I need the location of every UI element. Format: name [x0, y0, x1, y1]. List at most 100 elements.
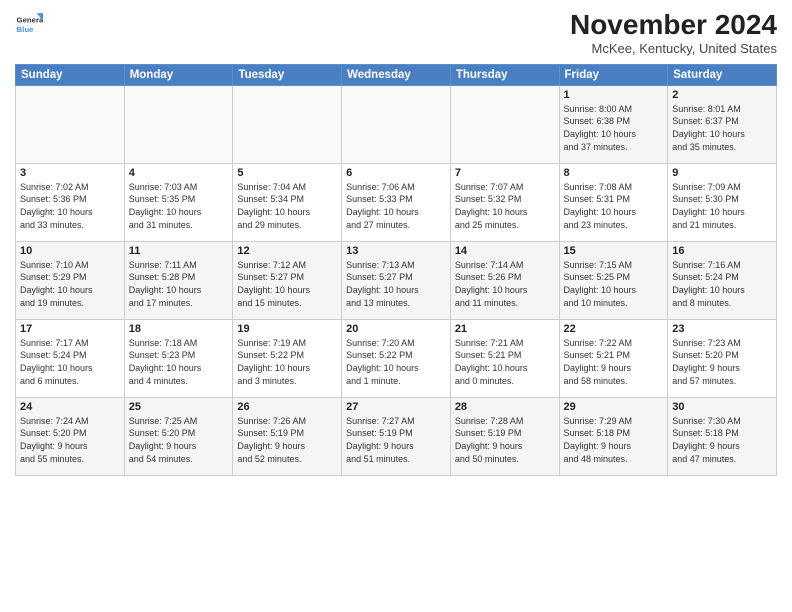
- day-info: Sunrise: 7:25 AMSunset: 5:20 PMDaylight:…: [129, 415, 229, 465]
- day-number: 18: [129, 323, 229, 335]
- day-number: 13: [346, 245, 446, 257]
- table-row: 17 Sunrise: 7:17 AMSunset: 5:24 PMDayligh…: [16, 319, 125, 397]
- table-row: 14 Sunrise: 7:14 AMSunset: 5:26 PMDayligh…: [450, 241, 559, 319]
- svg-text:General: General: [17, 15, 43, 24]
- table-row: 5Sunrise: 7:04 AMSunset: 5:34 PMDaylight…: [233, 163, 342, 241]
- day-info: Sunrise: 7:23 AMSunset: 5:20 PMDaylight:…: [672, 337, 772, 387]
- table-row: 27 Sunrise: 7:27 AMSunset: 5:19 PMDayligh…: [342, 397, 451, 475]
- table-row: 25 Sunrise: 7:25 AMSunset: 5:20 PMDayligh…: [124, 397, 233, 475]
- table-row: 11 Sunrise: 7:11 AMSunset: 5:28 PMDayligh…: [124, 241, 233, 319]
- day-number: 17: [20, 323, 120, 335]
- table-row: [16, 85, 125, 163]
- table-row: [450, 85, 559, 163]
- col-monday: Monday: [124, 64, 233, 85]
- table-row: 2Sunrise: 8:01 AMSunset: 6:37 PMDaylight…: [668, 85, 777, 163]
- day-info: Sunrise: 7:29 AMSunset: 5:18 PMDaylight:…: [564, 415, 664, 465]
- svg-text:Blue: Blue: [17, 25, 35, 34]
- day-number: 14: [455, 245, 555, 257]
- logo: General Blue: [15, 10, 43, 38]
- day-number: 3: [20, 167, 120, 179]
- day-number: 10: [20, 245, 120, 257]
- table-row: 18 Sunrise: 7:18 AMSunset: 5:23 PMDayligh…: [124, 319, 233, 397]
- day-number: 15: [564, 245, 664, 257]
- day-info: Sunrise: 7:04 AMSunset: 5:34 PMDaylight:…: [237, 181, 337, 231]
- table-row: 22 Sunrise: 7:22 AMSunset: 5:21 PMDayligh…: [559, 319, 668, 397]
- day-number: 22: [564, 323, 664, 335]
- day-number: 27: [346, 401, 446, 413]
- location: McKee, Kentucky, United States: [570, 41, 777, 56]
- day-number: 6: [346, 167, 446, 179]
- day-info: Sunrise: 7:10 AMSunset: 5:29 PMDaylight:…: [20, 259, 120, 309]
- table-row: 30 Sunrise: 7:30 AMSunset: 5:18 PMDayligh…: [668, 397, 777, 475]
- day-number: 8: [564, 167, 664, 179]
- calendar-week-4: 17 Sunrise: 7:17 AMSunset: 5:24 PMDayligh…: [16, 319, 777, 397]
- calendar-week-3: 10 Sunrise: 7:10 AMSunset: 5:29 PMDayligh…: [16, 241, 777, 319]
- table-row: 29 Sunrise: 7:29 AMSunset: 5:18 PMDayligh…: [559, 397, 668, 475]
- day-info: Sunrise: 7:22 AMSunset: 5:21 PMDaylight:…: [564, 337, 664, 387]
- day-info: Sunrise: 7:19 AMSunset: 5:22 PMDaylight:…: [237, 337, 337, 387]
- table-row: 23 Sunrise: 7:23 AMSunset: 5:20 PMDayligh…: [668, 319, 777, 397]
- day-number: 21: [455, 323, 555, 335]
- day-info: Sunrise: 7:15 AMSunset: 5:25 PMDaylight:…: [564, 259, 664, 309]
- table-row: 10 Sunrise: 7:10 AMSunset: 5:29 PMDayligh…: [16, 241, 125, 319]
- day-number: 26: [237, 401, 337, 413]
- col-wednesday: Wednesday: [342, 64, 451, 85]
- day-number: 1: [564, 89, 664, 101]
- calendar-week-2: 3 Sunrise: 7:02 AMSunset: 5:36 PMDaylight…: [16, 163, 777, 241]
- day-info: Sunrise: 7:11 AMSunset: 5:28 PMDaylight:…: [129, 259, 229, 309]
- table-row: 15 Sunrise: 7:15 AMSunset: 5:25 PMDayligh…: [559, 241, 668, 319]
- day-info: Sunrise: 7:28 AMSunset: 5:19 PMDaylight:…: [455, 415, 555, 465]
- table-row: [124, 85, 233, 163]
- day-info: Sunrise: 7:18 AMSunset: 5:23 PMDaylight:…: [129, 337, 229, 387]
- day-info: Sunrise: 8:00 AMSunset: 6:38 PMDaylight:…: [564, 103, 664, 153]
- day-number: 19: [237, 323, 337, 335]
- calendar-header-row: Sunday Monday Tuesday Wednesday Thursday…: [16, 64, 777, 85]
- table-row: 3 Sunrise: 7:02 AMSunset: 5:36 PMDaylight…: [16, 163, 125, 241]
- col-tuesday: Tuesday: [233, 64, 342, 85]
- day-info: Sunrise: 7:09 AMSunset: 5:30 PMDaylight:…: [672, 181, 772, 231]
- day-info: Sunrise: 7:02 AMSunset: 5:36 PMDaylight:…: [20, 181, 120, 231]
- day-number: 4: [129, 167, 229, 179]
- header: General Blue November 2024 McKee, Kentuc…: [15, 10, 777, 56]
- day-info: Sunrise: 7:16 AMSunset: 5:24 PMDaylight:…: [672, 259, 772, 309]
- day-number: 16: [672, 245, 772, 257]
- table-row: 4 Sunrise: 7:03 AMSunset: 5:35 PMDaylight…: [124, 163, 233, 241]
- day-number: 20: [346, 323, 446, 335]
- day-number: 25: [129, 401, 229, 413]
- day-info: Sunrise: 7:30 AMSunset: 5:18 PMDaylight:…: [672, 415, 772, 465]
- table-row: 6Sunrise: 7:06 AMSunset: 5:33 PMDaylight…: [342, 163, 451, 241]
- table-row: 16 Sunrise: 7:16 AMSunset: 5:24 PMDayligh…: [668, 241, 777, 319]
- table-row: 9Sunrise: 7:09 AMSunset: 5:30 PMDaylight…: [668, 163, 777, 241]
- table-row: 24Sunrise: 7:24 AMSunset: 5:20 PMDayligh…: [16, 397, 125, 475]
- day-info: Sunrise: 7:14 AMSunset: 5:26 PMDaylight:…: [455, 259, 555, 309]
- day-number: 24: [20, 401, 120, 413]
- day-info: Sunrise: 7:13 AMSunset: 5:27 PMDaylight:…: [346, 259, 446, 309]
- day-info: Sunrise: 7:27 AMSunset: 5:19 PMDaylight:…: [346, 415, 446, 465]
- table-row: 26 Sunrise: 7:26 AMSunset: 5:19 PMDayligh…: [233, 397, 342, 475]
- calendar-week-5: 24Sunrise: 7:24 AMSunset: 5:20 PMDayligh…: [16, 397, 777, 475]
- month-title: November 2024: [570, 10, 777, 41]
- table-row: 28 Sunrise: 7:28 AMSunset: 5:19 PMDayligh…: [450, 397, 559, 475]
- day-info: Sunrise: 7:17 AMSunset: 5:24 PMDaylight:…: [20, 337, 120, 387]
- day-info: Sunrise: 7:12 AMSunset: 5:27 PMDaylight:…: [237, 259, 337, 309]
- calendar-week-1: 1 Sunrise: 8:00 AMSunset: 6:38 PMDaylight…: [16, 85, 777, 163]
- table-row: 12 Sunrise: 7:12 AMSunset: 5:27 PMDayligh…: [233, 241, 342, 319]
- col-thursday: Thursday: [450, 64, 559, 85]
- table-row: [233, 85, 342, 163]
- col-saturday: Saturday: [668, 64, 777, 85]
- day-number: 29: [564, 401, 664, 413]
- day-info: Sunrise: 7:21 AMSunset: 5:21 PMDaylight:…: [455, 337, 555, 387]
- day-number: 2: [672, 89, 772, 101]
- day-number: 30: [672, 401, 772, 413]
- day-number: 28: [455, 401, 555, 413]
- day-info: Sunrise: 7:26 AMSunset: 5:19 PMDaylight:…: [237, 415, 337, 465]
- col-friday: Friday: [559, 64, 668, 85]
- table-row: 19 Sunrise: 7:19 AMSunset: 5:22 PMDayligh…: [233, 319, 342, 397]
- page: General Blue November 2024 McKee, Kentuc…: [0, 0, 792, 484]
- day-number: 12: [237, 245, 337, 257]
- day-number: 23: [672, 323, 772, 335]
- day-info: Sunrise: 7:03 AMSunset: 5:35 PMDaylight:…: [129, 181, 229, 231]
- col-sunday: Sunday: [16, 64, 125, 85]
- day-number: 11: [129, 245, 229, 257]
- table-row: 20Sunrise: 7:20 AMSunset: 5:22 PMDayligh…: [342, 319, 451, 397]
